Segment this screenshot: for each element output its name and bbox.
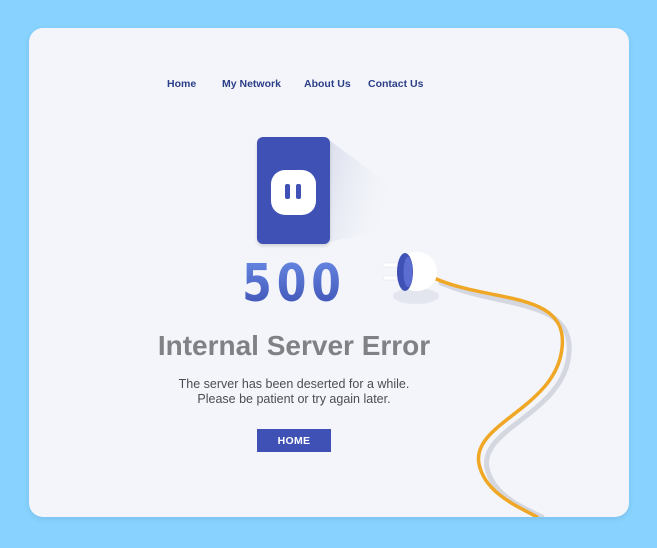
socket-face xyxy=(271,170,316,215)
nav-link-contact-us[interactable]: Contact Us xyxy=(368,78,423,90)
nav-link-home[interactable]: Home xyxy=(167,78,196,90)
power-plug-icon xyxy=(382,251,439,304)
power-socket-icon xyxy=(257,137,330,244)
socket-hole-left xyxy=(285,184,290,199)
error-code: 500 xyxy=(242,254,346,314)
error-description-line-1: The server has been deserted for a while… xyxy=(178,377,410,391)
nav-link-my-network[interactable]: My Network xyxy=(222,78,281,90)
error-description: The server has been deserted for a while… xyxy=(29,377,559,407)
error-title: Internal Server Error xyxy=(157,330,431,361)
home-button[interactable]: HOME xyxy=(257,429,331,452)
nav-link-about-us[interactable]: About Us xyxy=(304,78,351,90)
socket-hole-right xyxy=(296,184,301,199)
error-card: Home My Network About Us Contact Us 500 … xyxy=(29,28,629,517)
top-nav: Home My Network About Us Contact Us xyxy=(29,78,629,92)
error-description-line-2: Please be patient or try again later. xyxy=(197,392,391,406)
